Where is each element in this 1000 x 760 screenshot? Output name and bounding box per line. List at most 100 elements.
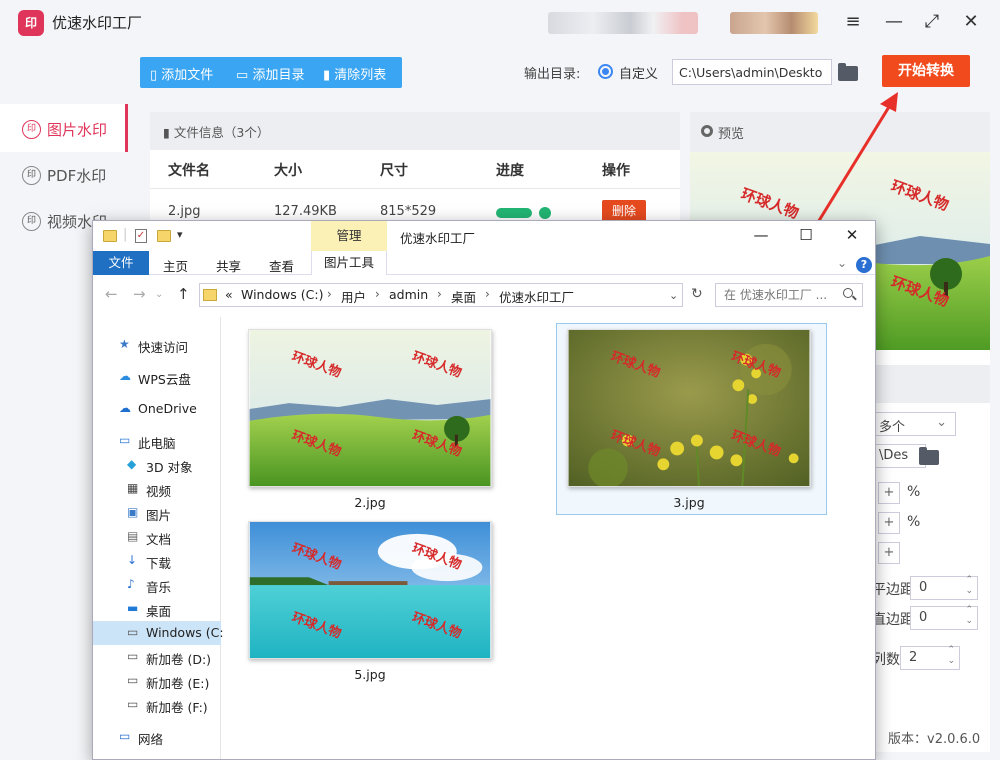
blurred-account-info — [548, 12, 698, 34]
menu-icon[interactable]: ≡ — [843, 12, 863, 32]
nav-item[interactable]: ◆ 3D 对象 — [93, 453, 221, 477]
tab-share[interactable]: 共享 — [216, 256, 241, 275]
tab-home[interactable]: 主页 — [163, 256, 188, 275]
margin-v-spinner[interactable]: 0 — [910, 605, 978, 630]
delete-button[interactable]: 删除 — [602, 200, 646, 222]
app-logo-icon: 印 — [18, 10, 44, 36]
up-arrow-icon[interactable]: ↑ — [177, 285, 190, 303]
annotation-arrow — [810, 92, 898, 233]
nav-item-label: Windows (C: — [146, 625, 224, 640]
col-header-action: 操作 — [602, 163, 630, 179]
browse-folder-icon[interactable] — [838, 63, 858, 81]
watermark-icon: 印 — [22, 166, 41, 185]
columns-spinner[interactable]: 2 — [900, 645, 960, 670]
nav-item[interactable]: ▭ 新加卷 (D:) — [93, 645, 221, 669]
nav-item[interactable]: ♪ 音乐 — [93, 573, 221, 597]
thumbnail-5-jpg[interactable]: 环球人物 环球人物 环球人物 环球人物 — [248, 521, 492, 659]
clear-list-button[interactable]: ▮ 清除列表 — [323, 64, 386, 83]
file-name-label[interactable]: 2.jpg — [248, 495, 492, 510]
refresh-icon[interactable]: ↻ — [691, 286, 703, 302]
settings-header — [860, 365, 990, 403]
close-icon[interactable]: ✕ — [961, 12, 981, 32]
close-icon[interactable]: ✕ — [842, 226, 862, 244]
picture-icon: ▣ — [127, 505, 139, 519]
address-dropdown-icon[interactable]: ⌄ — [669, 289, 678, 302]
version-label: 版本：v2.0.6.0 — [888, 732, 981, 747]
check-icon — [539, 207, 551, 219]
file-name-label[interactable]: 5.jpg — [248, 667, 492, 682]
forward-arrow-icon[interactable]: → — [133, 285, 146, 303]
plus-button[interactable]: + — [878, 512, 900, 534]
tab-manage[interactable]: 管理 — [311, 221, 387, 251]
blurred-avatar-info[interactable] — [730, 12, 818, 34]
chevron-down-icon: ⌄ — [936, 415, 947, 430]
maximize-icon[interactable]: ⤢ — [922, 12, 942, 32]
custom-output-label: 自定义 — [619, 67, 659, 82]
quick-access-dropdown-icon[interactable]: ▾ — [177, 228, 183, 241]
drive-icon: ▭ — [127, 697, 139, 711]
nav-item[interactable]: ▤ 文档 — [93, 525, 221, 549]
cube-icon: ◆ — [127, 457, 137, 471]
minimize-icon[interactable]: — — [751, 226, 771, 244]
thumbnail-3-jpg[interactable]: 环球人物 环球人物 环球人物 环球人物 — [567, 329, 811, 487]
add-file-button[interactable]: ▯ 添加文件 — [150, 64, 213, 83]
help-icon[interactable]: ? — [856, 257, 872, 273]
plus-button[interactable]: + — [878, 482, 900, 504]
file-name-label[interactable]: 3.jpg — [567, 495, 811, 510]
tab-file[interactable]: 文件 — [93, 251, 149, 275]
nav-item-label: 新加卷 (E:) — [146, 676, 210, 691]
browse-folder-icon[interactable] — [919, 447, 939, 465]
tab-picture-tools[interactable]: 图片工具 — [311, 251, 387, 275]
output-path-input[interactable] — [672, 59, 832, 85]
nav-item[interactable]: ↓ 下载 — [93, 549, 221, 573]
video-icon: ▦ — [127, 481, 139, 495]
plus-button[interactable]: + — [878, 542, 900, 564]
search-input[interactable] — [715, 283, 863, 307]
watermark-path-field[interactable]: \Des — [872, 444, 926, 468]
nav-item[interactable]: ▭ 网络 — [93, 725, 221, 749]
nav-item[interactable]: ☁ WPS云盘 — [93, 365, 221, 389]
nav-item[interactable]: ▦ 视频 — [93, 477, 221, 501]
breadcrumb-item[interactable]: Windows (C:) — [241, 287, 323, 302]
nav-item[interactable]: ★ 快速访问 — [93, 333, 221, 357]
file-size-cell: 127.49KB — [274, 204, 337, 219]
nav-item-label: 视频 — [146, 484, 172, 499]
custom-output-radio[interactable] — [598, 64, 613, 79]
maximize-icon[interactable]: ☐ — [796, 226, 816, 244]
nav-item[interactable]: ▬ 桌面 — [93, 597, 221, 621]
pc-icon: ▭ — [119, 433, 131, 447]
ribbon-expand-icon[interactable]: ⌄ — [837, 256, 847, 270]
nav-item-label: 文档 — [146, 532, 172, 547]
file-icon: ▮ — [163, 125, 170, 140]
progress-bar — [496, 208, 532, 218]
back-arrow-icon[interactable]: ← — [105, 285, 118, 303]
nav-item[interactable]: ▭ 新加卷 (E:) — [93, 669, 221, 693]
nav-item[interactable]: ☁ OneDrive — [93, 397, 221, 421]
breadcrumb-separator: › — [485, 287, 490, 301]
recent-dropdown-icon[interactable]: ⌄ — [155, 289, 163, 300]
thumbnail-2-jpg[interactable]: 环球人物 环球人物 环球人物 环球人物 — [248, 329, 492, 487]
add-dir-button[interactable]: ▭ 添加目录 — [236, 64, 304, 83]
sidebar-item-image-watermark[interactable]: 印 图片水印 — [0, 104, 128, 152]
nav-item-label: 快速访问 — [138, 340, 189, 355]
breadcrumb-item[interactable]: 用户 — [341, 287, 366, 306]
watermark-count-select[interactable]: 多个 ⌄ — [872, 412, 956, 436]
minimize-icon[interactable]: — — [884, 12, 904, 32]
breadcrumb-prefix[interactable]: « — [225, 287, 233, 302]
sidebar-item-pdf-watermark[interactable]: 印 PDF水印 — [0, 150, 128, 198]
tab-view[interactable]: 查看 — [269, 256, 294, 275]
start-convert-button[interactable]: 开始转换 — [882, 55, 970, 87]
properties-icon[interactable]: ✓ — [135, 229, 147, 243]
nav-item[interactable]: ▣ 图片 — [93, 501, 221, 525]
nav-item[interactable]: ▭ Windows (C: — [93, 621, 224, 645]
file-icon: ▯ — [150, 68, 158, 83]
percent-label: % — [907, 514, 921, 530]
margin-h-spinner[interactable]: 0 — [910, 575, 978, 600]
breadcrumb-item[interactable]: 优速水印工厂 — [499, 287, 574, 306]
breadcrumb-item[interactable]: admin — [389, 287, 428, 302]
nav-item[interactable]: ▭ 新加卷 (F:) — [93, 693, 221, 717]
file-explorer-window[interactable]: | ✓ ▾ 管理 优速水印工厂 — ☐ ✕ 文件 主页 共享 查看 图片工具 ⌄… — [92, 220, 876, 760]
breadcrumb-item[interactable]: 桌面 — [451, 287, 476, 306]
new-folder-icon[interactable] — [157, 230, 171, 242]
nav-item[interactable]: ▭ 此电脑 — [93, 429, 221, 453]
